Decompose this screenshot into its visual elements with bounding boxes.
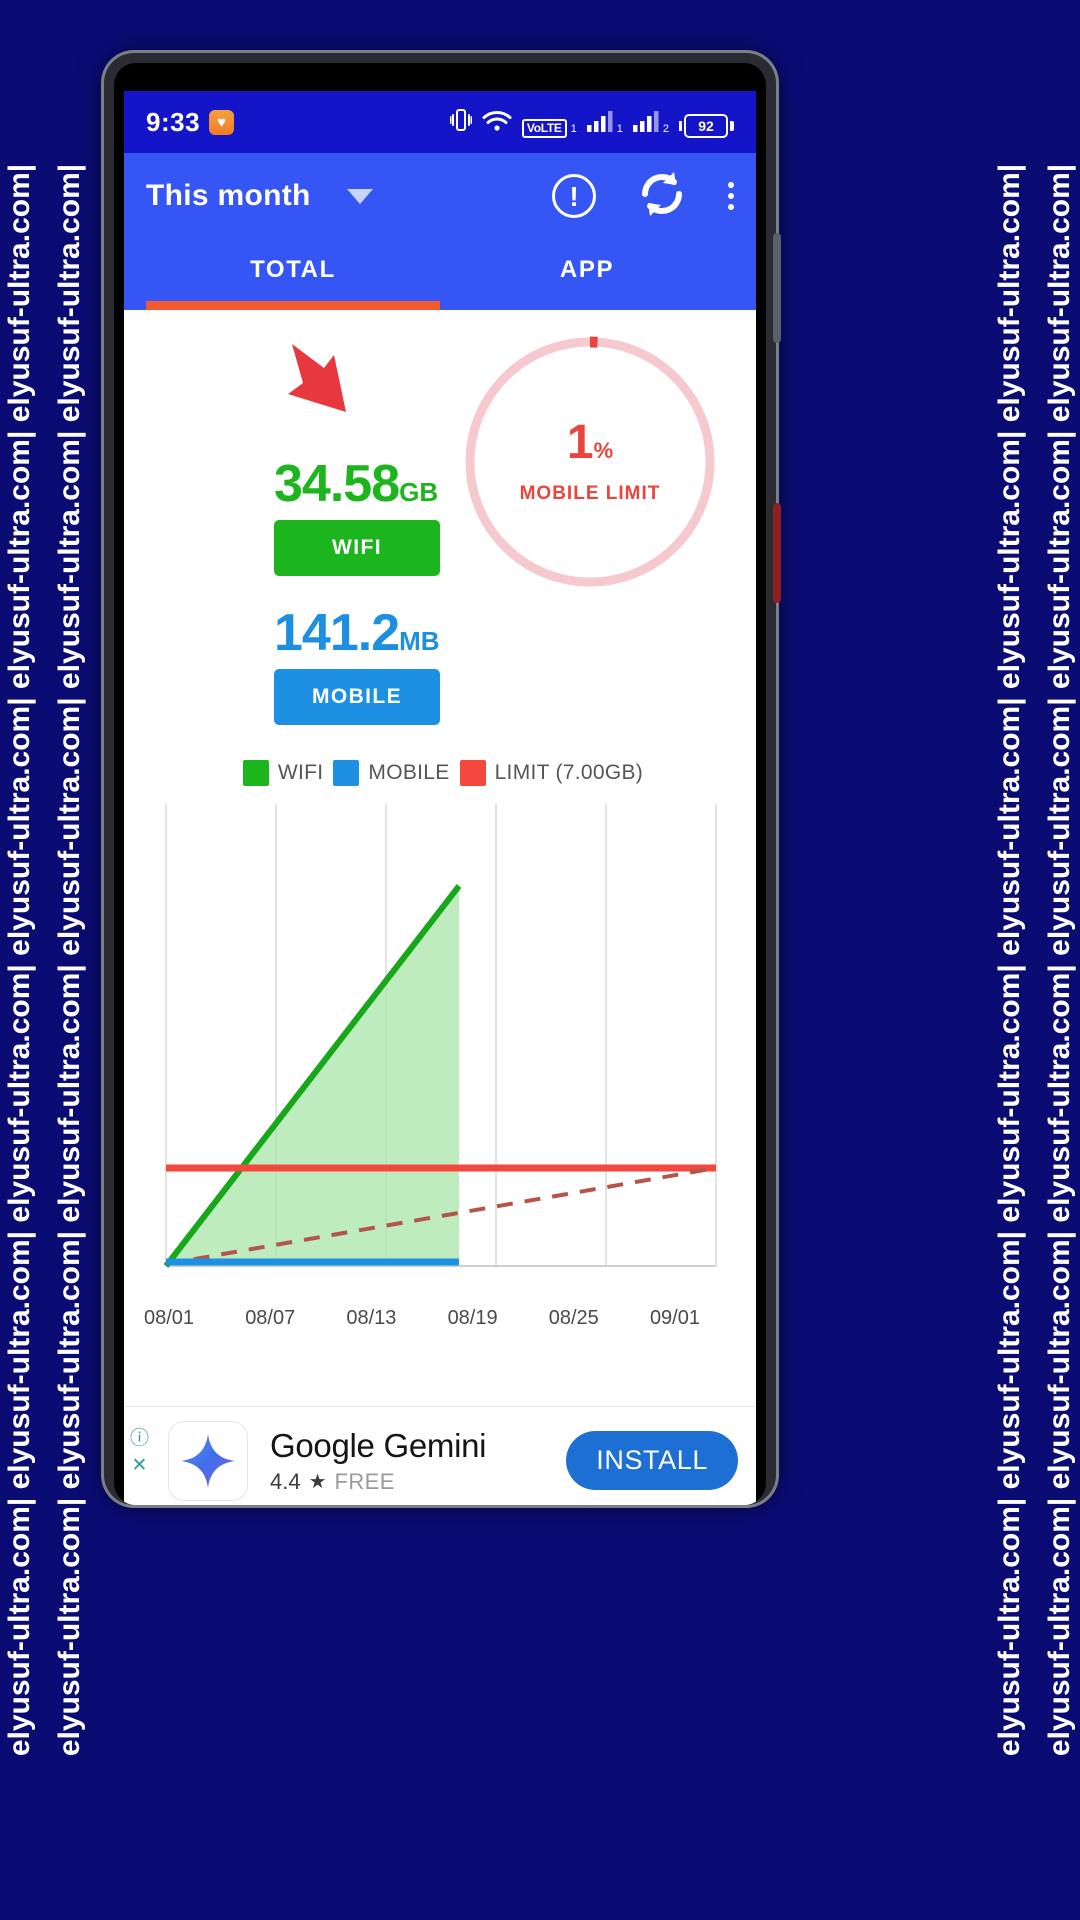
info-icon[interactable]: ⓘ: [130, 1429, 149, 1448]
gauge-percent-row: 1%: [567, 419, 613, 467]
mobile-button[interactable]: MOBILE: [274, 669, 440, 725]
tab-indicator-inactive: [440, 301, 734, 310]
signal2-sim-index: 2: [662, 122, 669, 135]
status-time: 9:33: [146, 106, 201, 137]
legend-label-limit: LIMIT (7.00GB): [494, 761, 644, 784]
watermark-text: elyusuf-ultra.com| elyusuf-ultra.com| el…: [993, 163, 1026, 1757]
signal-bars-icon: [586, 109, 613, 138]
legend-item-mobile: MOBILE: [333, 760, 449, 786]
chart-legend: WIFI MOBILE LIMIT (7.00GB): [124, 750, 756, 796]
watermark-left-2: elyusuf-ultra.com| elyusuf-ultra.com| el…: [42, 0, 98, 1920]
mobile-limit-gauge[interactable]: 1% MOBILE LIMIT: [460, 332, 720, 592]
gauge-center-text: 1% MOBILE LIMIT: [460, 332, 720, 592]
wifi-usage-unit: GB: [399, 477, 439, 507]
red-down-arrow-icon: [276, 338, 362, 439]
mobile-usage-value: 141.2: [274, 604, 400, 662]
mobile-usage-unit: MB: [399, 626, 440, 656]
gemini-sparkle-icon: [168, 1420, 248, 1501]
usage-chart: WIFI MOBILE LIMIT (7.00GB) 08/01 08/07 0…: [124, 750, 756, 1370]
heart-shield-icon: ♥: [209, 109, 235, 135]
wifi-usage-value: 34.58: [274, 455, 400, 513]
status-bar: 9:33 ♥ VoLTE 1 1 2 92: [124, 91, 756, 153]
chevron-down-icon[interactable]: [346, 188, 373, 204]
wifi-usage-value-row: 34.58GB: [274, 458, 440, 510]
legend-swatch-wifi: [242, 760, 269, 786]
app-bar-top: This month !: [146, 153, 734, 239]
ad-badges: ⓘ ✕: [130, 1429, 149, 1475]
legend-label-mobile: MOBILE: [368, 761, 450, 784]
legend-item-limit: LIMIT (7.00GB): [459, 760, 644, 786]
wifi-usage-block: 34.58GB WIFI: [274, 458, 440, 576]
gauge-percent: 1: [566, 416, 594, 469]
volte-sim-index: 1: [570, 122, 577, 135]
period-selector-label[interactable]: This month: [146, 179, 311, 213]
mobile-usage-value-row: 141.2MB: [274, 607, 440, 659]
close-icon[interactable]: ✕: [132, 1456, 148, 1475]
x-tick-0: 08/01: [144, 1307, 195, 1329]
gauge-percent-symbol: %: [593, 438, 614, 463]
battery-indicator: 92: [679, 113, 734, 138]
legend-item-wifi: WIFI: [242, 760, 324, 786]
tab-indicator-active: [146, 301, 440, 310]
refresh-icon[interactable]: [636, 168, 688, 225]
tab-total[interactable]: TOTAL: [146, 239, 440, 301]
ad-text: Google Gemini 4.4 ★ FREE: [270, 1426, 487, 1495]
tab-bar: TOTAL APP: [146, 239, 734, 301]
wifi-button[interactable]: WIFI: [274, 520, 440, 576]
ad-rating: 4.4: [270, 1468, 301, 1494]
battery-cap: [730, 120, 734, 131]
status-bar-right: VoLTE 1 1 2 92: [449, 107, 734, 138]
volte-icon: VoLTE: [521, 118, 567, 138]
watermark-right-1: elyusuf-ultra.com| elyusuf-ultra.com| el…: [982, 0, 1038, 1920]
app-bar: This month ! TOTAL APP: [124, 153, 756, 310]
app-bar-actions: !: [552, 168, 734, 225]
content-area: 34.58GB WIFI 141.2MB MOBILE 1% MOBILE LI…: [124, 310, 756, 1505]
watermark-text: elyusuf-ultra.com| elyusuf-ultra.com| el…: [1043, 163, 1076, 1757]
legend-label-wifi: WIFI: [277, 761, 324, 784]
watermark-left-1: elyusuf-ultra.com| elyusuf-ultra.com| el…: [0, 0, 48, 1920]
wifi-icon: [482, 109, 512, 138]
install-button[interactable]: INSTALL: [566, 1431, 738, 1490]
battery-left-tick: [679, 120, 682, 131]
watermark-right-2: elyusuf-ultra.com| elyusuf-ultra.com| el…: [1032, 0, 1080, 1920]
x-tick-4: 08/25: [548, 1307, 599, 1329]
chart-x-axis: 08/01 08/07 08/13 08/19 08/25 09/01: [144, 1301, 700, 1330]
usage-summary: 34.58GB WIFI 141.2MB MOBILE 1% MOBILE LI…: [124, 310, 756, 760]
tab-indicator: [146, 301, 734, 310]
battery-level: 92: [684, 113, 728, 138]
vibrate-icon: [449, 107, 473, 138]
ad-price: FREE: [334, 1468, 395, 1494]
volume-button[interactable]: [773, 233, 781, 343]
x-tick-3: 08/19: [447, 1307, 498, 1329]
star-icon: ★: [308, 1471, 327, 1493]
legend-swatch-limit: [459, 760, 486, 786]
signal1-sim-index: 1: [616, 122, 623, 135]
status-bar-left: 9:33 ♥: [146, 106, 235, 138]
phone-frame: 9:33 ♥ VoLTE 1 1 2 92 This month ! TOTAL…: [104, 53, 781, 1505]
tab-app[interactable]: APP: [440, 239, 734, 301]
power-button[interactable]: [773, 503, 781, 603]
phone-screen-bezel: 9:33 ♥ VoLTE 1 1 2 92 This month ! TOTAL…: [114, 63, 766, 1505]
ad-banner[interactable]: ⓘ ✕ Google Gemini 4.4 ★ FREE INSTALL: [124, 1406, 756, 1505]
gauge-label: MOBILE LIMIT: [519, 483, 661, 504]
signal-bars-icon-2: [632, 109, 659, 138]
mobile-usage-block: 141.2MB MOBILE: [274, 607, 440, 725]
legend-swatch-mobile: [333, 760, 360, 786]
x-tick-5: 09/01: [649, 1307, 700, 1329]
watermark-text: elyusuf-ultra.com| elyusuf-ultra.com| el…: [3, 163, 36, 1757]
x-tick-2: 08/13: [346, 1307, 397, 1329]
x-tick-1: 08/07: [245, 1307, 296, 1329]
chart-plot: [163, 804, 717, 1268]
ad-subtitle: 4.4 ★ FREE: [270, 1469, 486, 1495]
ad-title: Google Gemini: [270, 1426, 487, 1464]
exclamation-circle-icon[interactable]: !: [552, 174, 596, 218]
watermark-text: elyusuf-ultra.com| elyusuf-ultra.com| el…: [53, 163, 86, 1757]
more-vertical-icon[interactable]: [728, 182, 734, 210]
app-screen: 9:33 ♥ VoLTE 1 1 2 92 This month ! TOTAL…: [124, 91, 756, 1505]
